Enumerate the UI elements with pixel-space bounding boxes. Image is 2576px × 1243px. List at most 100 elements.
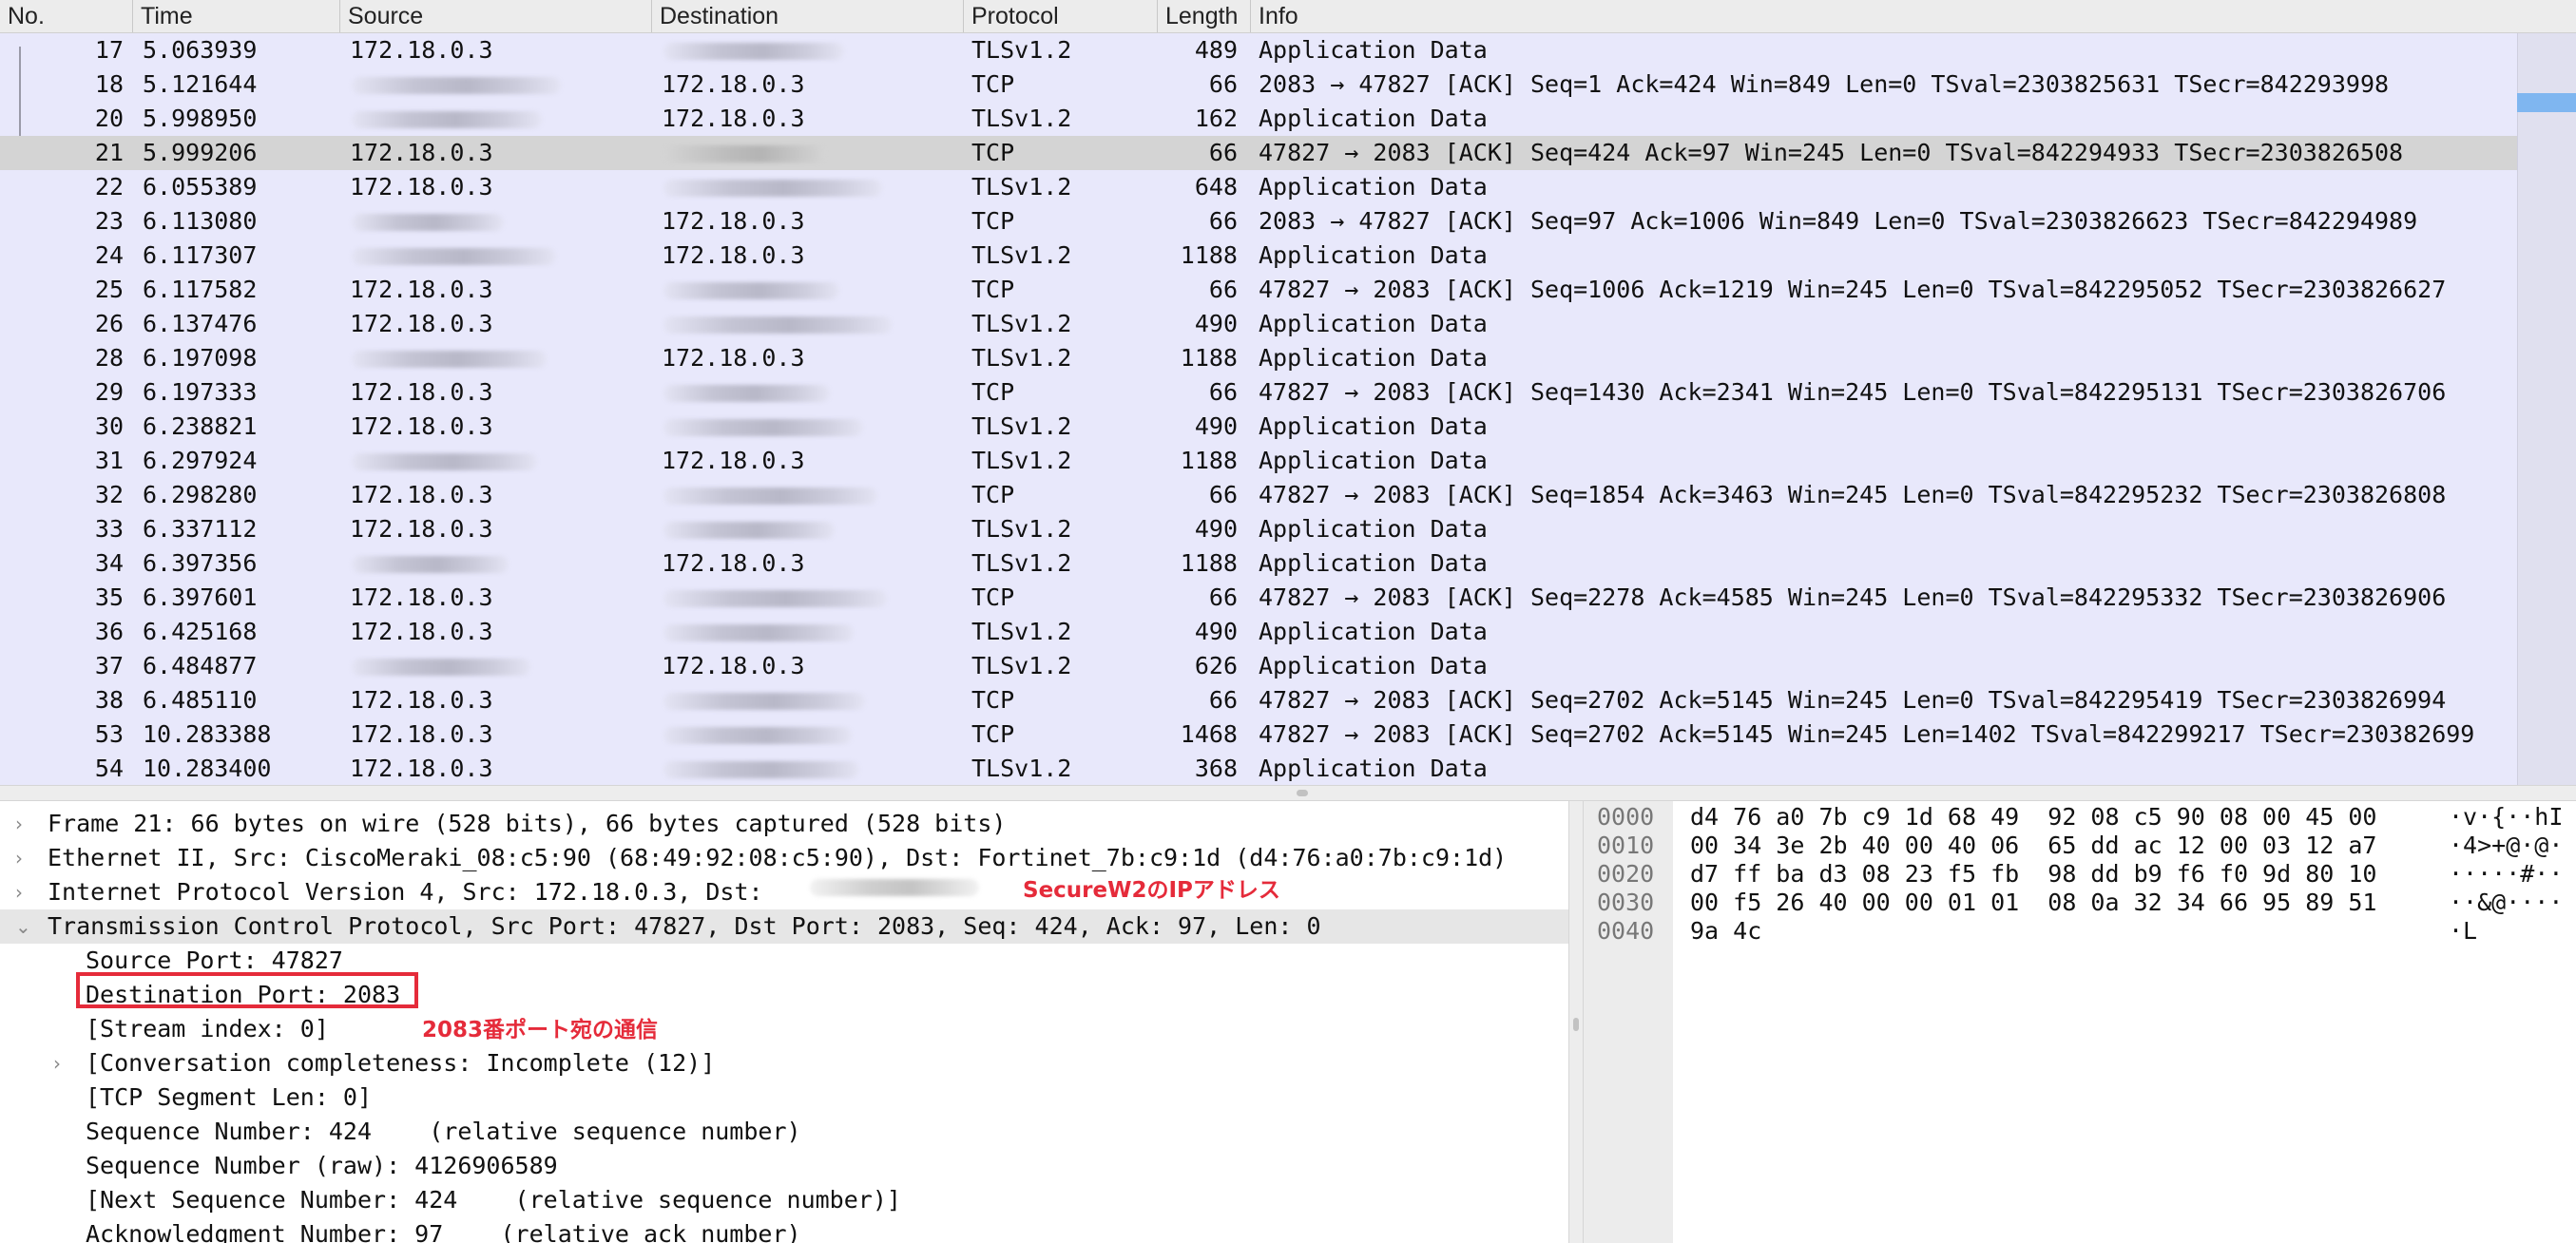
byte-ascii[interactable]: ··&@····	[2449, 889, 2563, 917]
packet-no: 35	[94, 583, 124, 611]
packet-info: Application Data	[1259, 173, 1488, 201]
packet-source: 172.18.0.3	[350, 481, 493, 508]
packet-length: 490	[1194, 412, 1238, 440]
packet-info: Application Data	[1259, 241, 1488, 269]
byte-offset: 0040	[1597, 917, 1655, 945]
column-header-no[interactable]: No.	[0, 0, 133, 32]
packet-row[interactable]: 38 6.485110 172.18.0.3 TCP 66 47827 → 2083 [A…	[0, 683, 2517, 717]
packet-protocol: TLSv1.2	[971, 652, 1072, 679]
column-header-length[interactable]: Length	[1158, 0, 1251, 32]
packet-destination: 172.18.0.3	[662, 447, 805, 474]
packet-source: 172.18.0.3	[350, 720, 493, 748]
packet-row[interactable]: 22 6.055389 172.18.0.3 TLSv1.2 648 Applicatio…	[0, 170, 2517, 204]
packet-no: 29	[94, 378, 124, 406]
packet-length: 1468	[1180, 720, 1238, 748]
packet-row[interactable]: 30 6.238821 172.18.0.3 TLSv1.2 490 Applicatio…	[0, 410, 2517, 444]
detail-row[interactable]: [Stream index: 0]	[86, 1012, 329, 1046]
redacted-ip-address	[663, 727, 852, 744]
packet-time: 6.137476	[143, 310, 258, 337]
packet-info: Application Data	[1259, 344, 1488, 372]
packet-length: 66	[1208, 686, 1238, 714]
expand-arrow-icon[interactable]: ›	[15, 841, 23, 875]
packet-list[interactable]: 17 5.063939 172.18.0.3 TLSv1.2 489 Applicatio…	[0, 33, 2576, 785]
packet-row[interactable]: 33 6.337112 172.18.0.3 TLSv1.2 490 Applicatio…	[0, 512, 2517, 546]
packet-row[interactable]: 28 6.197098 172.18.0.3 TLSv1.2 1188 Applicati…	[0, 341, 2517, 375]
packet-time: 6.197333	[143, 378, 258, 406]
byte-hex[interactable]: d4 76 a0 7b c9 1d 68 49 92 08 c5 90 08 0…	[1690, 803, 2376, 832]
packet-time: 6.337112	[143, 515, 258, 543]
packet-row[interactable]: 29 6.197333 172.18.0.3 TCP 66 47827 → 2083 [A…	[0, 375, 2517, 410]
expand-arrow-icon[interactable]: ›	[15, 807, 23, 841]
packet-info: 47827 → 2083 [ACK] Seq=1854 Ack=3463 Win…	[1259, 481, 2447, 508]
packet-no: 32	[94, 481, 124, 508]
packet-row[interactable]: 36 6.425168 172.18.0.3 TLSv1.2 490 Applicatio…	[0, 615, 2517, 649]
packet-row[interactable]: 53 10.283388 172.18.0.3 TCP 1468 47827 → 2083…	[0, 717, 2517, 752]
packet-length: 162	[1194, 105, 1238, 132]
expand-arrow-icon[interactable]: ›	[15, 875, 23, 909]
packet-row[interactable]: 31 6.297924 172.18.0.3 TLSv1.2 1188 Applicati…	[0, 444, 2517, 478]
byte-ascii[interactable]: ·····#··	[2449, 860, 2563, 889]
byte-ascii[interactable]: ·v·{··hI	[2449, 803, 2563, 832]
redacted-ip-address	[352, 111, 542, 128]
packet-row[interactable]: 25 6.117582 172.18.0.3 TCP 66 47827 → 2083 [A…	[0, 273, 2517, 307]
packet-source: 172.18.0.3	[350, 515, 493, 543]
packet-row[interactable]: 20 5.998950 172.18.0.3 TLSv1.2 162 Applicatio…	[0, 102, 2517, 136]
packet-time: 6.397601	[143, 583, 258, 611]
packet-row[interactable]: 21 5.999206 172.18.0.3 TCP 66 47827 → 2083 [A…	[0, 136, 2517, 170]
detail-row[interactable]: Sequence Number: 424 (relative sequence …	[86, 1115, 801, 1149]
pane-splitter-horizontal[interactable]	[0, 785, 2576, 801]
byte-hex[interactable]: d7 ff ba d3 08 23 f5 fb 98 dd b9 f6 f0 9…	[1690, 860, 2376, 889]
detail-row[interactable]: [Next Sequence Number: 424 (relative seq…	[86, 1183, 901, 1217]
packet-no: 22	[94, 173, 124, 201]
packet-protocol: TCP	[971, 686, 1015, 714]
packet-no: 28	[94, 344, 124, 372]
packet-row[interactable]: 37 6.484877 172.18.0.3 TLSv1.2 626 Applicatio…	[0, 649, 2517, 683]
packet-row[interactable]: 54 10.283400 172.18.0.3 TLSv1.2 368 Applicati…	[0, 752, 2517, 785]
packet-row[interactable]: 32 6.298280 172.18.0.3 TCP 66 47827 → 2083 [A…	[0, 478, 2517, 512]
packet-length: 490	[1194, 618, 1238, 645]
byte-hex[interactable]: 00 f5 26 40 00 00 01 01 08 0a 32 34 66 9…	[1690, 889, 2376, 917]
byte-ascii[interactable]: ·4>+@·@·	[2449, 832, 2563, 860]
packet-protocol: TCP	[971, 207, 1015, 235]
collapse-arrow-icon[interactable]: ⌄	[15, 909, 31, 944]
redacted-ip-address	[663, 488, 877, 505]
packet-protocol: TLSv1.2	[971, 36, 1072, 64]
packet-row[interactable]: 23 6.113080 172.18.0.3 TCP 66 2083 → 47827 [A…	[0, 204, 2517, 239]
highlight-box-destination-port	[76, 972, 418, 1008]
byte-hex[interactable]: 9a 4c	[1690, 917, 1761, 946]
detail-row[interactable]: [Conversation completeness: Incomplete (…	[86, 1046, 715, 1080]
detail-row[interactable]: Sequence Number (raw): 4126906589	[86, 1149, 558, 1183]
packet-source: 172.18.0.3	[350, 276, 493, 303]
packet-info: Application Data	[1259, 515, 1488, 543]
packet-row[interactable]: 26 6.137476 172.18.0.3 TLSv1.2 490 Applicatio…	[0, 307, 2517, 341]
detail-row[interactable]: Transmission Control Protocol, Src Port:…	[48, 909, 1321, 944]
byte-hex[interactable]: 00 34 3e 2b 40 00 40 06 65 dd ac 12 00 0…	[1690, 832, 2376, 860]
column-header-time[interactable]: Time	[133, 0, 340, 32]
detail-row[interactable]: Frame 21: 66 bytes on wire (528 bits), 6…	[48, 807, 1006, 841]
packet-time: 5.121644	[143, 70, 258, 98]
packet-protocol: TLSv1.2	[971, 515, 1072, 543]
packet-details-pane[interactable]: › Frame 21: 66 bytes on wire (528 bits), …	[0, 801, 1568, 1243]
expand-arrow-icon[interactable]: ›	[53, 1046, 61, 1080]
detail-row[interactable]: Acknowledgment Number: 97 (relative ack …	[86, 1217, 801, 1243]
packet-protocol: TLSv1.2	[971, 618, 1072, 645]
packet-row[interactable]: 34 6.397356 172.18.0.3 TLSv1.2 1188 Applicati…	[0, 546, 2517, 581]
packet-length: 66	[1208, 276, 1238, 303]
packet-row[interactable]: 35 6.397601 172.18.0.3 TCP 66 47827 → 2083 [A…	[0, 581, 2517, 615]
packet-row[interactable]: 18 5.121644 172.18.0.3 TCP 66 2083 → 47827 [A…	[0, 67, 2517, 102]
packet-no: 18	[94, 70, 124, 98]
detail-row[interactable]: Ethernet II, Src: CiscoMeraki_08:c5:90 (…	[48, 841, 1507, 875]
packet-list-scrollbar[interactable]	[2517, 33, 2576, 785]
byte-ascii[interactable]: ·L	[2449, 917, 2477, 946]
detail-row[interactable]: Internet Protocol Version 4, Src: 172.18…	[48, 875, 763, 909]
column-header-destination[interactable]: Destination	[652, 0, 964, 32]
column-header-source[interactable]: Source	[340, 0, 652, 32]
packet-row[interactable]: 24 6.117307 172.18.0.3 TLSv1.2 1188 Applicati…	[0, 239, 2517, 273]
packet-row[interactable]: 17 5.063939 172.18.0.3 TLSv1.2 489 Applicatio…	[0, 33, 2517, 67]
pane-splitter-vertical[interactable]	[1568, 801, 1584, 1243]
packet-no: 26	[94, 310, 124, 337]
detail-row[interactable]: [TCP Segment Len: 0]	[86, 1080, 372, 1115]
column-header-protocol[interactable]: Protocol	[964, 0, 1158, 32]
column-header-info[interactable]: Info	[1251, 0, 2576, 32]
packet-bytes-pane[interactable]: 0000 d4 76 a0 7b c9 1d 68 49 92 08 c5 90 …	[1584, 801, 2576, 1243]
